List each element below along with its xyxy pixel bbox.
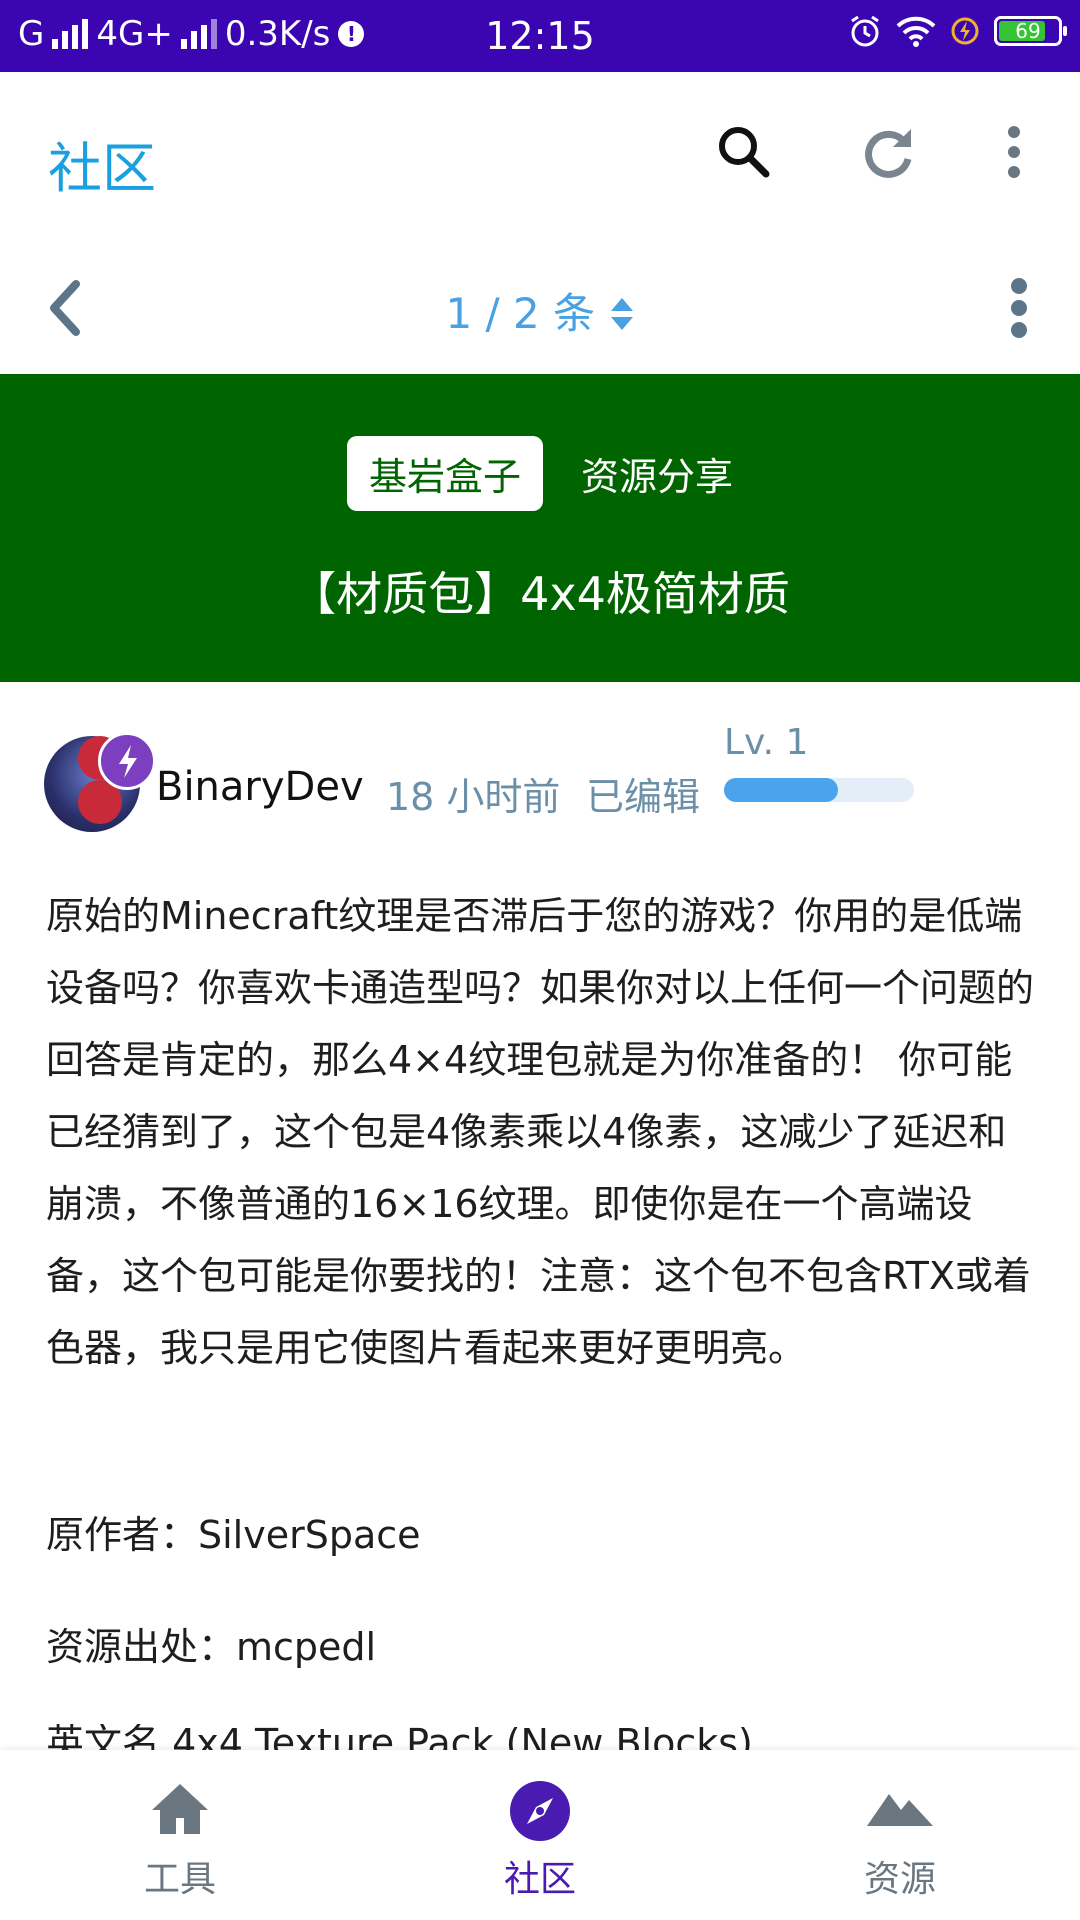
more-vert-icon [1008,126,1020,178]
nav-tools-label: 工具 [143,1859,216,1900]
post-time: 18 小时前 [386,775,561,819]
lightning-icon [98,732,156,790]
post-header: 基岩盒子 资源分享 【材质包】4x4极简材质 [0,374,1080,682]
compass-icon [510,1781,570,1841]
tag-category[interactable]: 资源分享 [581,446,733,501]
page-selector[interactable]: 1 / 2 条 [0,280,1080,341]
post-paragraph: 原始的Minecraft纹理是否滞后于您的游戏？你用的是低端设备吗？你喜欢卡通造… [46,894,1035,1370]
wifi-icon [896,16,936,47]
resource-source: 资源出处：mcpedl [46,1625,377,1669]
search-button[interactable] [708,116,780,188]
status-right: 69 [848,14,1067,48]
post-title: 【材质包】4x4极简材质 [290,567,790,621]
level-label: Lv. 1 [724,722,809,763]
page-count-label: 1 / 2 条 [445,289,596,338]
post-tags: 基岩盒子 资源分享 [0,436,1080,511]
app-bar: 社区 [0,72,1080,242]
post-body: 原始的Minecraft纹理是否滞后于您的游戏？你用的是低端设备吗？你喜欢卡通造… [46,880,1036,1384]
search-icon [719,127,770,178]
refresh-button[interactable] [852,116,924,188]
overflow-menu-button[interactable] [994,116,1034,188]
level-progress-fill [724,778,838,802]
nav-community-label: 社区 [503,1859,576,1900]
sort-arrows-icon [610,298,633,330]
charging-icon [951,17,979,45]
home-icon [152,1784,208,1834]
tag-board[interactable]: 基岩盒子 [346,436,543,511]
battery-icon: 69 [994,16,1067,46]
pager-bar: 1 / 2 条 [0,242,1080,374]
nav-resources[interactable]: 资源 [720,1750,1080,1920]
english-name: 英文名 4x4 Texture Pack (New Blocks) [46,1724,753,1750]
more-vert-icon [1011,278,1027,338]
english-name-text: 英文名 4x4 Texture Pack (New Blocks) [46,1724,753,1750]
level-progress-bar [724,778,914,802]
battery-level: 69 [1015,19,1041,43]
nav-tools[interactable]: 工具 [0,1750,360,1920]
mountain-icon [867,1794,933,1826]
original-author: 原作者：SilverSpace [46,1513,421,1557]
author-row: BinaryDev 18 小时前 已编辑 Lv. 1 [0,690,1080,850]
post-menu-button[interactable] [1004,272,1034,344]
nav-community[interactable]: 社区 [360,1750,720,1920]
edited-label: 已编辑 [586,775,701,819]
alarm-icon [851,15,879,47]
bottom-nav: 工具 社区 资源 [0,1750,1080,1920]
nav-resources-label: 资源 [863,1859,936,1900]
author-name[interactable]: BinaryDev [156,764,364,810]
status-bar: G 4G+ 0.3K/s ! 12:15 69 [0,0,1080,72]
refresh-icon [865,129,912,178]
app-title: 社区 [48,137,156,200]
